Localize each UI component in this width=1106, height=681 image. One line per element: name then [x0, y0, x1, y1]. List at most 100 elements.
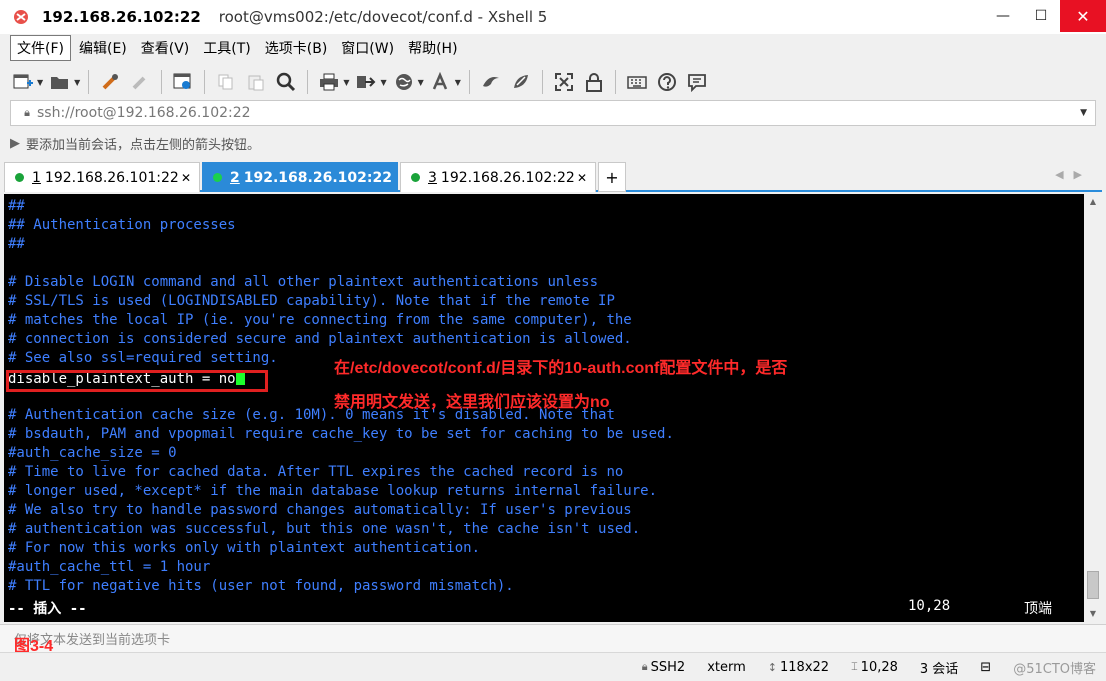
paste-icon[interactable] — [243, 69, 269, 95]
terminal-line: # See also ssl=required setting. — [8, 350, 278, 366]
lock-icon[interactable] — [581, 69, 607, 95]
close-icon[interactable]: ✕ — [181, 171, 191, 185]
chevron-down-icon[interactable]: ▼ — [74, 78, 80, 87]
vim-mode-indicator: -- 插入 -- — [8, 601, 87, 617]
toolbar-separator — [204, 70, 206, 94]
minimize-button[interactable]: — — [984, 0, 1022, 32]
terminal-line: # TTL for negative hits (user not found,… — [8, 578, 514, 594]
font-icon[interactable] — [428, 69, 454, 95]
globe-icon[interactable] — [391, 69, 417, 95]
help-icon[interactable] — [654, 69, 680, 95]
transfer-icon[interactable] — [353, 69, 379, 95]
resize-icon: ↕ — [767, 660, 777, 674]
tab-number: 3 — [428, 169, 437, 186]
vim-scroll-position: 顶端 — [1024, 601, 1052, 617]
chevron-down-icon[interactable]: ▼ — [37, 78, 43, 87]
lock-icon: 🔒︎ — [24, 106, 30, 119]
watermark: @51CTO博客 — [1013, 661, 1096, 677]
menu-window[interactable]: 窗口(W) — [335, 36, 400, 60]
chat-icon[interactable] — [684, 69, 710, 95]
caps-lock-icon: ⊟ — [980, 659, 992, 675]
chevron-down-icon[interactable]: ▼ — [380, 78, 386, 87]
terminal-line: # SSL/TLS is used (LOGINDISABLED capabil… — [8, 293, 615, 309]
add-tab-button[interactable]: + — [598, 162, 626, 192]
chevron-down-icon[interactable]: ▼ — [1080, 108, 1087, 118]
print-icon[interactable] — [316, 69, 342, 95]
toolbar-separator — [468, 70, 470, 94]
scroll-down-icon[interactable]: ▼ — [1084, 606, 1102, 622]
terminal-line: # We also try to handle password changes… — [8, 502, 632, 518]
fullscreen-icon[interactable] — [551, 69, 577, 95]
terminal-area[interactable]: ## ## Authentication processes ## # Disa… — [4, 194, 1084, 622]
tab-number: 2 — [230, 169, 240, 186]
maximize-button[interactable]: ☐ — [1022, 0, 1060, 32]
close-icon[interactable]: ✕ — [577, 171, 587, 185]
close-button[interactable]: ✕ — [1060, 0, 1106, 32]
terminal-line: # Disable LOGIN command and all other pl… — [8, 274, 599, 290]
terminal-scrollbar[interactable]: ▲ ▼ — [1084, 194, 1102, 622]
properties-icon[interactable] — [170, 69, 196, 95]
terminal-line: # authentication was successful, but thi… — [8, 521, 641, 537]
terminal-line: #auth_cache_size = 0 — [8, 445, 177, 461]
menu-tab[interactable]: 选项卡(B) — [259, 36, 334, 60]
terminal-line: ## — [8, 236, 25, 252]
status-cursor: ⌶ 10,28 — [851, 660, 898, 675]
toolbar-separator — [541, 70, 543, 94]
tab-session-1[interactable]: 1 192.168.26.101:22 ✕ — [4, 162, 200, 192]
highlight-box — [6, 370, 268, 392]
tab-session-2[interactable]: 2 192.168.26.102:22 — [202, 162, 398, 192]
tab-label: 192.168.26.102:22 — [243, 169, 392, 186]
menu-tools[interactable]: 工具(T) — [197, 36, 256, 60]
menu-help[interactable]: 帮助(H) — [402, 36, 463, 60]
tab-scroll-arrows-icon[interactable]: ◀▶ — [1055, 168, 1092, 181]
connected-status-icon — [213, 173, 222, 182]
chevron-down-icon[interactable]: ▼ — [343, 78, 349, 87]
menu-view[interactable]: 查看(V) — [135, 36, 196, 60]
open-folder-icon[interactable] — [47, 69, 73, 95]
connected-status-icon — [411, 173, 420, 182]
xshell-logo-icon — [14, 10, 28, 24]
status-terminal-size: ↕ 118x22 — [768, 660, 829, 675]
status-protocol-text: SSH2 — [650, 659, 686, 675]
tab-label: 192.168.26.101:22 — [44, 169, 179, 186]
status-sessions: 3 会话 — [919, 661, 959, 677]
address-bar[interactable]: 🔒︎ ssh://root@192.168.26.102:22 ▼ — [10, 100, 1096, 126]
toolbar: ▼ ▼ ▼ ▼ ▼ ▼ — [10, 66, 710, 98]
annotation-line-2: 禁用明文发送，这里我们应该设置为no — [334, 394, 610, 411]
toolbar-separator — [88, 70, 90, 94]
reconnect-icon[interactable] — [97, 69, 123, 95]
terminal-line: ## — [8, 198, 25, 214]
status-bar: 🔒︎ SSH2 xterm ↕ 118x22 ⌶ 10,28 3 会话 ⊟ @51CT… — [0, 652, 1106, 681]
new-session-icon[interactable] — [10, 69, 36, 95]
address-input[interactable]: ssh://root@192.168.26.102:22 — [37, 105, 251, 121]
status-caps-indicator: ⊟ — [980, 660, 991, 675]
terminal-line: #auth_cache_ttl = 1 hour — [8, 559, 211, 575]
menu-bar: 文件(F) 编辑(E) 查看(V) 工具(T) 选项卡(B) 窗口(W) 帮助(… — [10, 35, 464, 61]
terminal-line: # For now this works only with plaintext… — [8, 540, 481, 556]
vim-cursor-position: 10,28 — [908, 598, 951, 614]
tab-session-3[interactable]: 3 192.168.26.102:22 ✕ — [400, 162, 596, 192]
tab-label: 192.168.26.102:22 — [440, 169, 575, 186]
terminal-line: # bsdauth, PAM and vpopmail require cach… — [8, 426, 674, 442]
chevron-down-icon[interactable]: ▼ — [418, 78, 424, 87]
toolbar-separator — [614, 70, 616, 94]
xftp-icon[interactable] — [478, 69, 504, 95]
copy-icon[interactable] — [213, 69, 239, 95]
session-hint-bar: ▶ 要添加当前会话，点击左侧的箭头按钮。 — [10, 130, 260, 156]
add-session-arrow-icon[interactable]: ▶ — [10, 136, 20, 151]
xmanager-icon[interactable] — [508, 69, 534, 95]
toolbar-separator — [307, 70, 309, 94]
session-hint-text: 要添加当前会话，点击左侧的箭头按钮。 — [26, 137, 261, 153]
chevron-down-icon[interactable]: ▼ — [455, 78, 461, 87]
compose-bar[interactable]: 仅将文本发送到当前选项卡 — [0, 624, 1106, 652]
cursor-position-icon: ⌶ — [851, 660, 858, 673]
disconnect-icon[interactable] — [127, 69, 153, 95]
window-title-host: 192.168.26.102:22 — [42, 8, 201, 26]
connected-status-icon — [15, 173, 24, 182]
scroll-up-icon[interactable]: ▲ — [1084, 194, 1102, 210]
scrollbar-thumb[interactable] — [1087, 571, 1099, 599]
keyboard-icon[interactable] — [624, 69, 650, 95]
menu-edit[interactable]: 编辑(E) — [73, 36, 133, 60]
find-icon[interactable] — [273, 69, 299, 95]
menu-file[interactable]: 文件(F) — [10, 35, 71, 61]
